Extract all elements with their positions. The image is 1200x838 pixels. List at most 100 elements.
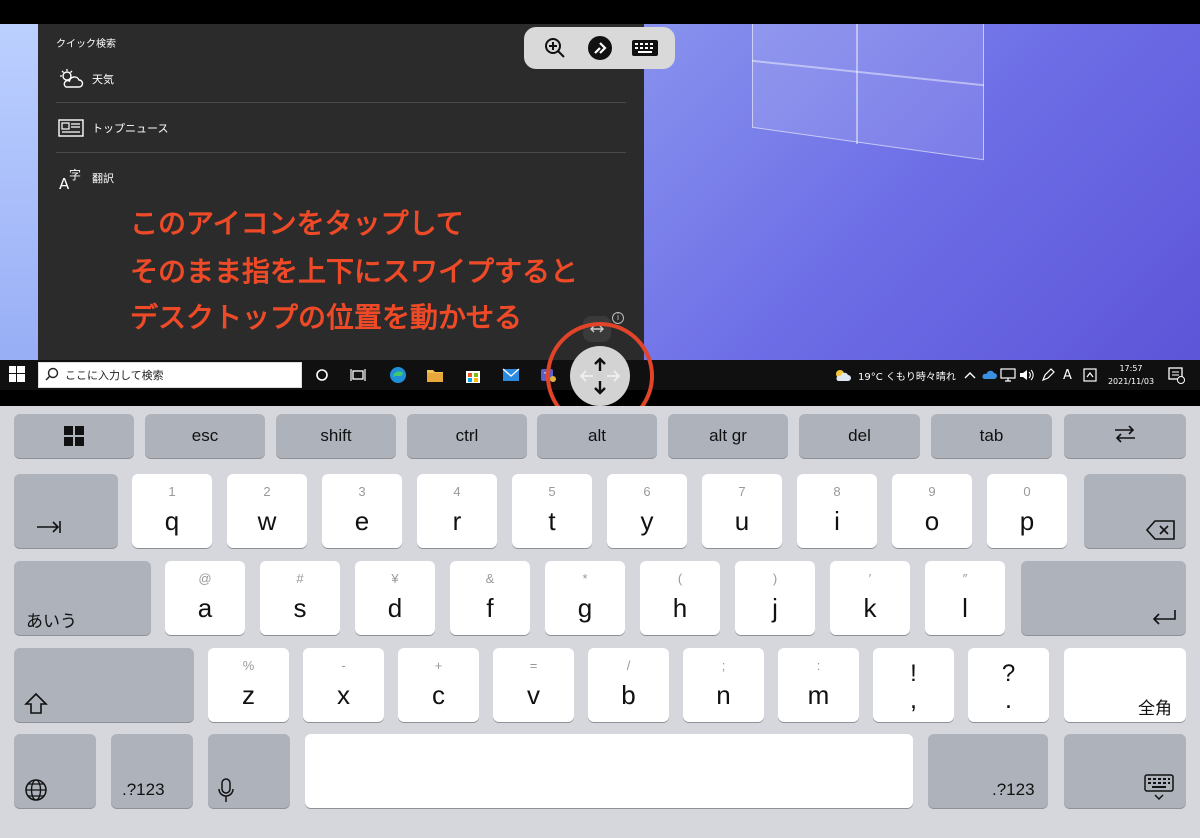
key-secondary-label: 2 bbox=[263, 484, 271, 499]
key-secondary-label: @ bbox=[198, 571, 212, 586]
edge-browser-icon[interactable] bbox=[388, 365, 408, 385]
key-r[interactable]: 4r bbox=[417, 474, 497, 548]
store-icon[interactable] bbox=[463, 365, 483, 385]
key-,[interactable]: !, bbox=[873, 648, 954, 722]
kana-key[interactable]: あいう bbox=[14, 561, 151, 635]
key-k[interactable]: ′ k bbox=[830, 561, 910, 635]
annotation-line-1: このアイコンをタップして bbox=[130, 207, 464, 240]
pen-icon[interactable] bbox=[1038, 365, 1058, 385]
fn-key-ctrl[interactable]: ctrl bbox=[407, 414, 527, 458]
keyboard-icon[interactable] bbox=[631, 34, 659, 62]
key-e[interactable]: 3e bbox=[322, 474, 402, 548]
key-secondary-label: ; bbox=[721, 658, 726, 673]
key-primary-label: z bbox=[242, 680, 255, 710]
key-b[interactable]: / b bbox=[588, 648, 669, 722]
key-u[interactable]: 7u bbox=[702, 474, 782, 548]
key-l[interactable]: ″ l bbox=[925, 561, 1005, 635]
key-z[interactable]: % z bbox=[208, 648, 289, 722]
hide-keyboard-key[interactable] bbox=[1064, 734, 1186, 808]
key-g[interactable]: * g bbox=[545, 561, 625, 635]
key-primary-label: a bbox=[197, 593, 213, 623]
key-v[interactable]: = v bbox=[493, 648, 574, 722]
fn-key-esc[interactable]: esc bbox=[145, 414, 265, 458]
key-.[interactable]: ?. bbox=[968, 648, 1049, 722]
fn-key-del[interactable]: del bbox=[799, 414, 920, 458]
key-secondary-label: 0 bbox=[1023, 484, 1031, 499]
info-icon[interactable]: i bbox=[612, 312, 624, 324]
key-secondary-label: ″ bbox=[962, 571, 968, 586]
shift-key[interactable] bbox=[14, 648, 194, 722]
network-icon[interactable] bbox=[998, 365, 1018, 385]
dictation-key[interactable] bbox=[208, 734, 290, 808]
weather-tray-icon[interactable] bbox=[832, 365, 852, 385]
ime-indicator[interactable]: A bbox=[1063, 360, 1072, 390]
onedrive-icon[interactable] bbox=[979, 365, 999, 385]
key-primary-label: s bbox=[293, 593, 307, 623]
key-s[interactable]: # s bbox=[260, 561, 340, 635]
taskbar-search-box[interactable]: ここに入力して検索 bbox=[38, 362, 302, 388]
quick-search-item-news[interactable]: トップニュース bbox=[56, 103, 626, 153]
key-primary-label: b bbox=[621, 680, 636, 710]
key-primary-label: m bbox=[807, 680, 830, 710]
weather-text[interactable]: 19°C くもり時々晴れ bbox=[858, 360, 956, 390]
key-x[interactable]: -x bbox=[303, 648, 384, 722]
numbers-key-right[interactable]: .?123 bbox=[928, 734, 1048, 808]
key-primary-label: v bbox=[527, 680, 540, 710]
windows-key[interactable] bbox=[14, 414, 134, 458]
task-view-icon[interactable] bbox=[348, 365, 368, 385]
key-primary-label: y bbox=[640, 506, 654, 536]
numbers-key-left[interactable]: .?123 bbox=[111, 734, 193, 808]
swap-keyboard-key[interactable] bbox=[1064, 414, 1186, 458]
fn-key-shift[interactable]: shift bbox=[276, 414, 396, 458]
zoom-in-icon[interactable] bbox=[541, 34, 569, 62]
annotation-line-2: そのまま指を上下にスワイプすると bbox=[130, 255, 579, 288]
key-p[interactable]: 0p bbox=[987, 474, 1067, 548]
ime-mode-icon[interactable] bbox=[1080, 365, 1100, 385]
virtual-keyboard: あいう 全角 .?123 .?123 esc shift ctrl alt al… bbox=[0, 406, 1200, 838]
return-icon bbox=[1151, 609, 1177, 632]
key-q[interactable]: 1q bbox=[132, 474, 212, 548]
fn-key-alt[interactable]: alt bbox=[537, 414, 657, 458]
tab-key[interactable] bbox=[14, 474, 118, 548]
mail-icon[interactable] bbox=[501, 365, 521, 385]
key-c[interactable]: + c bbox=[398, 648, 479, 722]
key-d[interactable]: ¥ d bbox=[355, 561, 435, 635]
clock-date: 2021/11/03 bbox=[1107, 377, 1155, 386]
quick-search-item-translate[interactable]: A 字 翻訳 bbox=[56, 153, 626, 203]
key-a[interactable]: @ a bbox=[165, 561, 245, 635]
zenkaku-key[interactable]: 全角 bbox=[1064, 648, 1186, 722]
space-key[interactable] bbox=[305, 734, 913, 808]
key-n[interactable]: ; n bbox=[683, 648, 764, 722]
fn-key-alt-gr[interactable]: alt gr bbox=[668, 414, 788, 458]
windows-start-icon[interactable] bbox=[9, 366, 27, 384]
weather-icon bbox=[56, 64, 86, 94]
globe-key[interactable] bbox=[14, 734, 96, 808]
fn-key-tab[interactable]: tab bbox=[931, 414, 1052, 458]
key-primary-label: t bbox=[548, 506, 556, 536]
taskbar-clock[interactable]: 17:57 2021/11/03 bbox=[1100, 362, 1162, 388]
backspace-icon bbox=[1145, 520, 1176, 545]
file-explorer-icon[interactable] bbox=[425, 365, 445, 385]
key-f[interactable]: & f bbox=[450, 561, 530, 635]
key-secondary-label: 9 bbox=[928, 484, 936, 499]
return-key[interactable] bbox=[1021, 561, 1186, 635]
key-h[interactable]: (h bbox=[640, 561, 720, 635]
volume-icon[interactable] bbox=[1016, 365, 1036, 385]
key-j[interactable]: ) j bbox=[735, 561, 815, 635]
key-i[interactable]: 8i bbox=[797, 474, 877, 548]
key-primary-label: i bbox=[834, 506, 840, 536]
cortana-icon[interactable] bbox=[312, 365, 332, 385]
backspace-key[interactable] bbox=[1084, 474, 1186, 548]
key-m[interactable]: :m bbox=[778, 648, 859, 722]
key-o[interactable]: 9o bbox=[892, 474, 972, 548]
notification-icon[interactable] bbox=[1166, 365, 1186, 385]
key-primary-label: k bbox=[863, 593, 877, 623]
remote-connection-icon[interactable] bbox=[586, 34, 614, 62]
key-y[interactable]: 6y bbox=[607, 474, 687, 548]
clock-time: 17:57 bbox=[1119, 364, 1143, 373]
chevron-up-icon[interactable] bbox=[960, 365, 980, 385]
key-t[interactable]: 5t bbox=[512, 474, 592, 548]
key-w[interactable]: 2w bbox=[227, 474, 307, 548]
shift-arrow-icon bbox=[24, 692, 48, 721]
key-primary-label: d bbox=[387, 593, 403, 623]
